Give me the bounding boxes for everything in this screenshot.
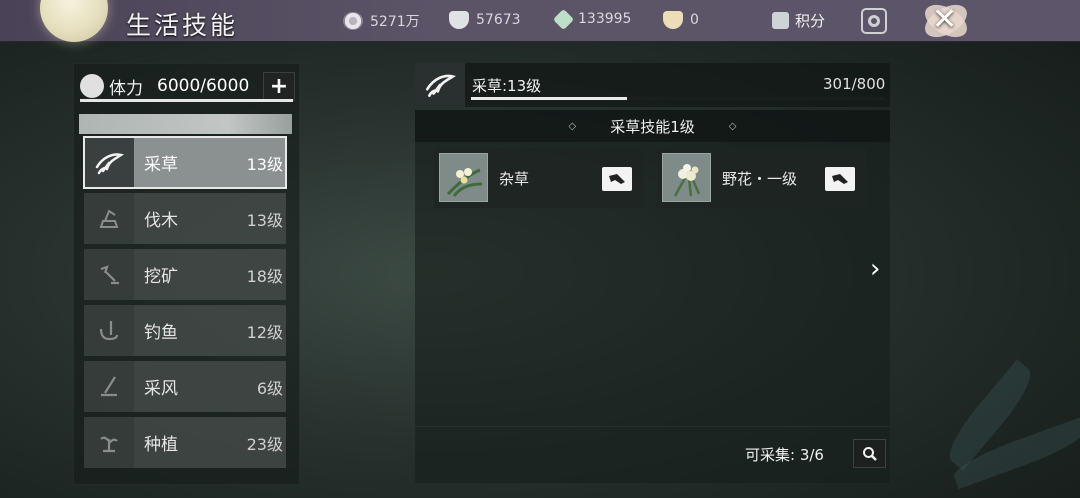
stamina-row: 体力 6000/6000 + (80, 70, 295, 102)
woodcutting-icon (84, 193, 134, 244)
close-button[interactable]: ✕ (915, 0, 975, 46)
gold-bowl-icon (663, 11, 683, 29)
skill-name: 采草 (144, 155, 178, 175)
skill-name: 钓鱼 (144, 323, 178, 343)
jade-gem-icon (552, 8, 575, 30)
skill-level: 18级 (246, 266, 283, 286)
gather-button[interactable] (825, 167, 855, 191)
score-button[interactable]: 积分 (772, 10, 825, 31)
skill-level: 12级 (246, 322, 283, 342)
skill-item-sightseeing[interactable]: 采风 6级 (84, 361, 286, 412)
xp-bar-fill (471, 97, 627, 100)
section-title: 采草技能1级 (610, 117, 695, 136)
search-button[interactable] (853, 439, 886, 468)
score-label: 积分 (795, 12, 826, 30)
selected-skill-title: 采草:13级 (472, 77, 542, 95)
stamina-value: 6000/6000 (157, 76, 250, 96)
xp-bar (471, 97, 885, 100)
skill-xp-progress: 301/800 (823, 75, 886, 93)
mining-icon (84, 249, 134, 300)
coin-wheel-icon (343, 12, 363, 30)
gear-icon (868, 15, 880, 27)
currency-jade: 133995 (552, 8, 632, 30)
skill-item-fishing[interactable]: 钓鱼 12级 (84, 305, 286, 356)
skill-name: 挖矿 (144, 267, 178, 287)
skill-level: 13级 (246, 210, 283, 230)
skill-level: 13级 (246, 154, 283, 174)
skill-sidebar: 体力 6000/6000 + 采草 13级 伐木 13级 挖矿 18级 钓鱼 1… (73, 63, 300, 485)
skill-list: 采草 13级 伐木 13级 挖矿 18级 钓鱼 12级 采风 6级 种植 23级 (83, 136, 288, 473)
plant-name: 杂草 (499, 170, 530, 188)
currency-silver: 57673 (449, 11, 521, 29)
add-stamina-button[interactable]: + (263, 72, 295, 101)
skill-item-mining[interactable]: 挖矿 18级 (84, 249, 286, 300)
next-page-arrow-icon[interactable]: › (870, 254, 880, 284)
sightseeing-icon (84, 361, 134, 412)
stamina-label: 体力 (109, 78, 143, 99)
stamina-bar (80, 99, 293, 102)
stamina-bun-icon (80, 74, 104, 98)
currency-coins-value: 5271万 (370, 14, 420, 30)
skill-item-woodcutting[interactable]: 伐木 13级 (84, 193, 286, 244)
page-title: 生活技能 (126, 11, 239, 40)
skill-item-herb-picking[interactable]: 采草 13级 (83, 136, 287, 189)
currency-coins: 5271万 (343, 11, 420, 31)
currency-jade-value: 133995 (578, 11, 632, 27)
wildflower-icon (662, 153, 711, 202)
skill-progress-header: 采草:13级 301/800 (415, 63, 890, 107)
collect-count: 可采集: 3/6 (745, 446, 824, 464)
shield-icon (772, 12, 789, 29)
plant-name: 野花・一级 (722, 170, 798, 188)
skill-name: 采风 (144, 379, 178, 399)
currency-gold-value: 0 (690, 12, 699, 28)
diamond-icon: ◇ (568, 120, 577, 132)
moon-decoration (40, 0, 108, 42)
section-header: ◇ 采草技能1级 ◇ (415, 110, 890, 142)
gather-panel: ◇ 采草技能1级 ◇ 杂草 野花・一级 可采集: 3/6 (415, 110, 890, 483)
planting-icon (84, 417, 134, 468)
skill-level: 6级 (256, 378, 283, 398)
collect-footer: 可采集: 3/6 (415, 426, 890, 484)
skill-name: 种植 (144, 435, 178, 455)
skill-item-planting[interactable]: 种植 23级 (84, 417, 286, 468)
plant-card[interactable]: 野花・一级 (657, 148, 867, 208)
diamond-icon: ◇ (728, 120, 737, 132)
currency-silver-value: 57673 (476, 12, 521, 28)
currency-gold: 0 (663, 11, 699, 29)
fishing-icon (84, 305, 134, 356)
filter-strip (79, 114, 292, 134)
top-bar: 生活技能 5271万 57673 133995 0 积分 ✕ (0, 0, 1080, 44)
skill-name: 伐木 (144, 211, 178, 231)
close-icon: ✕ (932, 2, 958, 37)
search-icon (862, 446, 877, 461)
skill-level: 23级 (246, 434, 283, 454)
settings-button[interactable] (861, 8, 887, 34)
herb-picking-icon (415, 63, 465, 107)
silver-bowl-icon (449, 11, 469, 29)
grass-plant-icon (439, 153, 488, 202)
gather-button[interactable] (602, 167, 632, 191)
herb-picking-icon (84, 137, 134, 188)
plant-card[interactable]: 杂草 (434, 148, 644, 208)
